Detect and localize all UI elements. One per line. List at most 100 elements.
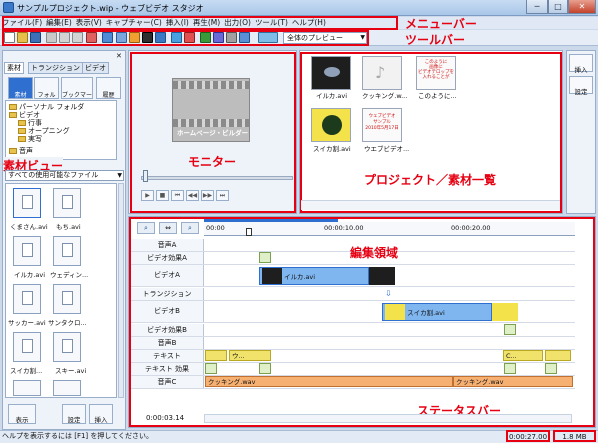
- minimize-button[interactable]: ─: [526, 0, 548, 14]
- fast-forward-icon[interactable]: ▶▶: [201, 190, 214, 201]
- timeline-hscrollbar[interactable]: [204, 414, 572, 423]
- asset-label: クッキング.w...: [362, 92, 408, 100]
- thumb-label: サンタクロ...: [48, 319, 87, 327]
- asset-cooking[interactable]: ♪: [362, 56, 402, 90]
- window-title: サンプルプロジェクト.wip - ウェブビデオ スタジオ: [17, 4, 204, 13]
- close-button[interactable]: ✕: [568, 0, 596, 14]
- ruler-tick-label: 00:00: [206, 224, 225, 232]
- menubar-callout: [2, 16, 398, 30]
- ruler-tick-label: 00:00:10.00: [324, 224, 364, 232]
- asset-caption-text[interactable]: このように 画像に ビデオテロップを 入れることが: [416, 56, 456, 90]
- chevron-down-icon: ▼: [117, 172, 122, 179]
- track-label: テキスト 効果: [131, 363, 204, 375]
- tab-material[interactable]: 素材: [4, 62, 24, 74]
- tree-item[interactable]: 実写: [18, 134, 42, 144]
- thumb-label: イルカ.avi: [14, 271, 46, 279]
- mode-bookmark-button[interactable]: ブックマーク: [61, 77, 93, 108]
- clip-thumbnail: [262, 268, 282, 284]
- mode-history-button[interactable]: 履歴: [96, 77, 121, 99]
- asset-label: ウエブビデオ...: [364, 145, 410, 153]
- thumb-item[interactable]: [13, 188, 41, 218]
- thumb-label: もち.avi: [56, 223, 81, 231]
- thumb-item[interactable]: [13, 284, 41, 314]
- mode-material-button[interactable]: 素材: [8, 77, 33, 99]
- dolphin-icon: [324, 67, 340, 77]
- rewind-icon[interactable]: ◀◀: [186, 190, 199, 201]
- track-label: テキスト: [131, 350, 204, 362]
- toolbar-annotation: ツールバー: [405, 33, 466, 47]
- text-clip[interactable]: C...: [503, 350, 543, 361]
- monitor-screen: ホームページ・ビルダー: [172, 78, 250, 142]
- view-button[interactable]: 表示: [8, 404, 36, 424]
- text-clip[interactable]: ウ...: [229, 350, 271, 361]
- effect-clip[interactable]: [259, 252, 271, 263]
- playhead-marker[interactable]: [246, 228, 252, 236]
- project-hscrollbar[interactable]: [301, 200, 560, 210]
- fit-icon[interactable]: ⇔: [159, 222, 177, 234]
- folder-icon: [9, 148, 17, 154]
- track-video-b: ビデオB スイカ割.avi: [131, 301, 575, 323]
- mode-folder-button[interactable]: フォルダ: [34, 77, 59, 108]
- thumb-item[interactable]: [53, 236, 81, 266]
- material-scrollbar[interactable]: [118, 183, 124, 398]
- tab-transition[interactable]: トランジション: [28, 62, 83, 74]
- text-clip[interactable]: [205, 350, 227, 361]
- zoom-out-icon[interactable]: ⌕: [181, 222, 199, 234]
- ruler-tick-label: 00:00:20.00: [451, 224, 491, 232]
- folder-icon: [18, 136, 26, 142]
- seek-bar[interactable]: [141, 176, 293, 180]
- track-transition: トランジション ⇩: [131, 288, 575, 301]
- seek-knob[interactable]: [143, 170, 148, 182]
- video-file-icon: [22, 339, 33, 353]
- insert-side-button[interactable]: 挿入: [569, 54, 593, 74]
- settings-side-button[interactable]: 設定: [569, 76, 593, 96]
- work-area-bar[interactable]: [204, 219, 338, 222]
- clip-video-a[interactable]: イルカ.avi: [259, 267, 369, 285]
- play-icon[interactable]: ▶: [141, 190, 154, 201]
- asset-watermelon[interactable]: [311, 108, 351, 142]
- edit-annotation: 編集領域: [350, 246, 399, 260]
- insert-button[interactable]: 挿入: [89, 404, 113, 424]
- settings-button[interactable]: 設定: [62, 404, 86, 424]
- skip-start-icon[interactable]: ⏮: [171, 190, 184, 201]
- effect-clip[interactable]: [504, 324, 516, 335]
- zoom-in-icon[interactable]: ⌕: [137, 222, 155, 234]
- track-label: 音声B: [131, 337, 204, 349]
- effect-clip[interactable]: [259, 363, 271, 374]
- tab-video[interactable]: ビデオ: [82, 62, 109, 74]
- timecode: 0:00:03.14: [146, 414, 185, 422]
- project-annotation: プロジェクト／素材一覧: [364, 173, 497, 187]
- thumb-item[interactable]: [13, 236, 41, 266]
- folder-icon: [9, 112, 17, 118]
- effect-clip[interactable]: [205, 363, 217, 374]
- maximize-button[interactable]: □: [548, 0, 568, 14]
- timeline-ruler[interactable]: 00:00 00:00:10.00 00:00:20.00: [204, 222, 575, 236]
- stop-icon[interactable]: ■: [156, 190, 169, 201]
- effect-clip[interactable]: [504, 363, 516, 374]
- thumb-item[interactable]: [53, 380, 81, 396]
- thumb-item[interactable]: [13, 332, 41, 362]
- thumb-item[interactable]: [53, 188, 81, 218]
- video-file-icon: [62, 339, 73, 353]
- clip-audio-c1[interactable]: クッキング.wav: [205, 376, 453, 387]
- asset-title-text[interactable]: ウェブビデオ サンプル 2010年5月17日: [362, 108, 402, 142]
- thumb-item[interactable]: [53, 284, 81, 314]
- clip-thumbnail[interactable]: [492, 303, 518, 321]
- clip-audio-c2[interactable]: クッキング.wav: [453, 376, 573, 387]
- skip-end-icon[interactable]: ⏭: [216, 190, 229, 201]
- thumb-item[interactable]: [53, 332, 81, 362]
- tree-item[interactable]: 音声: [9, 146, 33, 156]
- clip-thumbnail[interactable]: [369, 267, 395, 285]
- panel-close-icon[interactable]: ✕: [116, 52, 122, 60]
- asset-dolphin[interactable]: [311, 56, 351, 90]
- thumb-label: スキー.avi: [55, 367, 87, 375]
- file-filter-select[interactable]: すべての使用可能なファイル ▼: [5, 170, 124, 181]
- text-clip[interactable]: [545, 350, 571, 361]
- app-icon: [3, 2, 14, 13]
- clip-video-b[interactable]: スイカ割.avi: [382, 303, 492, 321]
- transition-marker-icon[interactable]: ⇩: [383, 288, 393, 299]
- thumb-label: くまさん.avi: [10, 223, 48, 231]
- thumb-item[interactable]: [13, 380, 41, 396]
- effect-clip[interactable]: [545, 363, 557, 374]
- track-label: 音声A: [131, 239, 204, 251]
